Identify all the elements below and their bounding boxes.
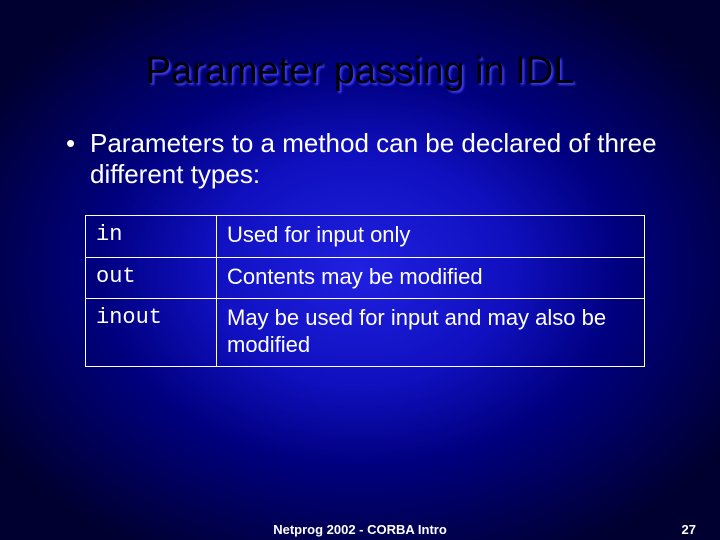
page-number: 27: [682, 522, 696, 537]
desc-cell: Used for input only: [217, 216, 645, 257]
slide-title: Parameter passing in IDL: [60, 50, 660, 93]
bullet-text: Parameters to a method can be declared o…: [60, 128, 660, 190]
table-row: inout May be used for input and may also…: [86, 299, 645, 367]
footer-center: Netprog 2002 - CORBA Intro: [0, 522, 720, 537]
desc-cell: Contents may be modified: [217, 257, 645, 298]
slide: Parameter passing in IDL Parameters to a…: [0, 0, 720, 540]
param-table: in Used for input only out Contents may …: [85, 215, 645, 367]
keyword-cell: inout: [86, 299, 217, 367]
keyword-cell: in: [86, 216, 217, 257]
desc-cell: May be used for input and may also be mo…: [217, 299, 645, 367]
keyword-cell: out: [86, 257, 217, 298]
table-row: out Contents may be modified: [86, 257, 645, 298]
table-row: in Used for input only: [86, 216, 645, 257]
